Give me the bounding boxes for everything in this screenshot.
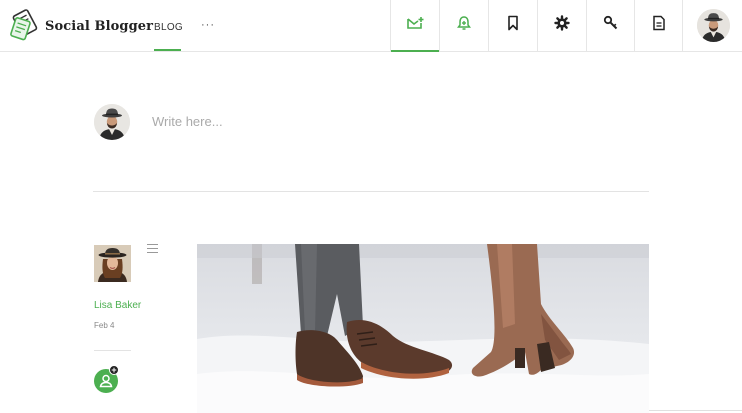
top-navigation-bar: Social Blogger BLOG ··· xyxy=(0,0,742,52)
post-date: Feb 4 xyxy=(94,321,115,330)
messages-button[interactable] xyxy=(390,0,439,52)
search-button[interactable] xyxy=(586,0,634,51)
user-icon xyxy=(94,374,118,397)
composer-divider xyxy=(93,191,649,192)
settings-button[interactable] xyxy=(537,0,586,51)
composer-input[interactable]: Write here... xyxy=(152,114,223,129)
author-separator xyxy=(94,350,131,351)
bookmarks-button[interactable] xyxy=(488,0,537,51)
author-name[interactable]: Lisa Baker xyxy=(94,300,141,311)
plus-icon: + xyxy=(109,365,119,375)
user-avatar[interactable] xyxy=(697,9,730,42)
bookmark-icon xyxy=(506,15,520,36)
brand-name[interactable]: Social Blogger xyxy=(45,19,153,34)
notifications-button[interactable] xyxy=(439,0,488,51)
composer-avatar xyxy=(94,104,130,140)
nav-active-indicator xyxy=(154,49,181,51)
author-avatar[interactable] xyxy=(94,245,131,282)
logo-icon[interactable] xyxy=(9,8,42,42)
key-icon xyxy=(603,15,619,36)
gear-icon xyxy=(554,15,570,36)
document-icon xyxy=(652,15,666,36)
bell-icon xyxy=(456,15,472,36)
post-image[interactable] xyxy=(197,244,649,413)
nav-more-button[interactable]: ··· xyxy=(201,19,215,31)
post-menu-icon[interactable] xyxy=(147,244,158,253)
nav-blog-link[interactable]: BLOG xyxy=(154,22,183,33)
content-edge xyxy=(649,410,742,411)
pages-button[interactable] xyxy=(634,0,683,51)
mail-icon xyxy=(406,16,424,35)
